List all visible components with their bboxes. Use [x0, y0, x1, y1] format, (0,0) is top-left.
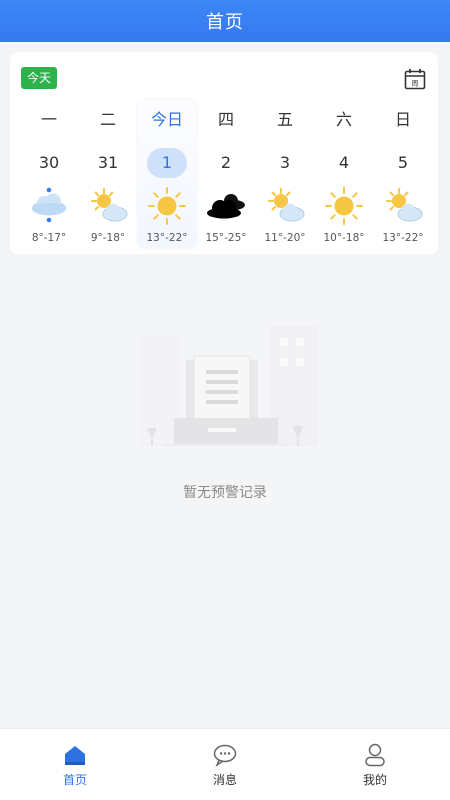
forecast-day-today[interactable]: 今日 1 13°-22° — [138, 100, 196, 248]
calendar-icon[interactable]: 周 — [404, 68, 426, 90]
home-icon — [65, 746, 85, 765]
today-badge[interactable]: 今天 — [21, 67, 58, 89]
message-icon — [213, 744, 237, 767]
empty-state-illustration — [140, 326, 318, 446]
weekday-label: 今日 — [150, 110, 183, 129]
rain-cloud-icon — [32, 187, 66, 223]
weekday-label: 一 — [40, 110, 57, 129]
temperature-range: 15°-25° — [205, 232, 247, 244]
tab-label: 我的 — [362, 773, 387, 787]
tab-label: 消息 — [212, 773, 237, 787]
forecast-day[interactable]: 一 30 8°-17° — [20, 100, 78, 248]
forecast-day[interactable]: 日 5 13°-22° — [374, 100, 432, 248]
calendar-icon-label: 周 — [412, 80, 419, 88]
date-label: 5 — [397, 153, 409, 172]
temperature-range: 13°-22° — [146, 232, 188, 244]
partly-cloudy-icon — [268, 188, 305, 222]
empty-state-text: 暂无预警记录 — [183, 485, 267, 501]
weekday-label: 二 — [99, 110, 116, 129]
temperature-range: 11°-20° — [264, 232, 306, 244]
weekday-label: 六 — [335, 110, 352, 129]
forecast-day[interactable]: 二 31 9°-18° — [79, 100, 137, 248]
temperature-range: 13°-22° — [382, 232, 424, 244]
tab-profile[interactable]: 我的 — [300, 729, 450, 800]
date-label: 2 — [220, 153, 232, 172]
temperature-range: 10°-18° — [323, 232, 365, 244]
dark-cloud-icon — [207, 194, 245, 219]
partly-cloudy-icon — [386, 188, 423, 222]
date-label: 31 — [97, 153, 119, 172]
forecast-day[interactable]: 六 4 10°-18° — [315, 100, 373, 248]
date-label: 1 — [147, 148, 187, 178]
date-label: 4 — [338, 153, 350, 172]
week-forecast: 一 30 8°-17° 二 31 9°-18° 今日 1 13°-22° 四 2… — [10, 100, 438, 248]
tab-label: 首页 — [62, 773, 87, 787]
date-label: 3 — [279, 153, 291, 172]
tab-messages[interactable]: 消息 — [150, 729, 300, 800]
user-icon — [365, 743, 385, 767]
forecast-day[interactable]: 四 2 15°-25° — [197, 100, 255, 248]
date-label: 30 — [38, 153, 60, 172]
sun-icon — [325, 187, 363, 225]
weekday-label: 四 — [217, 110, 234, 129]
temperature-range: 9°-18° — [90, 232, 126, 244]
partly-cloudy-icon — [91, 188, 128, 222]
weather-card: 今天 周 一 30 8°-17° 二 31 9°-18° 今日 1 13°-22… — [10, 52, 438, 254]
tab-home[interactable]: 首页 — [0, 729, 150, 800]
forecast-day[interactable]: 五 3 11°-20° — [256, 100, 314, 248]
weekday-label: 日 — [394, 110, 411, 129]
bottom-tab-bar: 首页 消息 我的 — [0, 728, 450, 800]
top-header: 首页 — [0, 0, 450, 42]
page-title: 首页 — [206, 12, 244, 33]
temperature-range: 8°-17° — [31, 232, 67, 244]
sun-icon — [148, 187, 186, 225]
weekday-label: 五 — [276, 110, 293, 129]
